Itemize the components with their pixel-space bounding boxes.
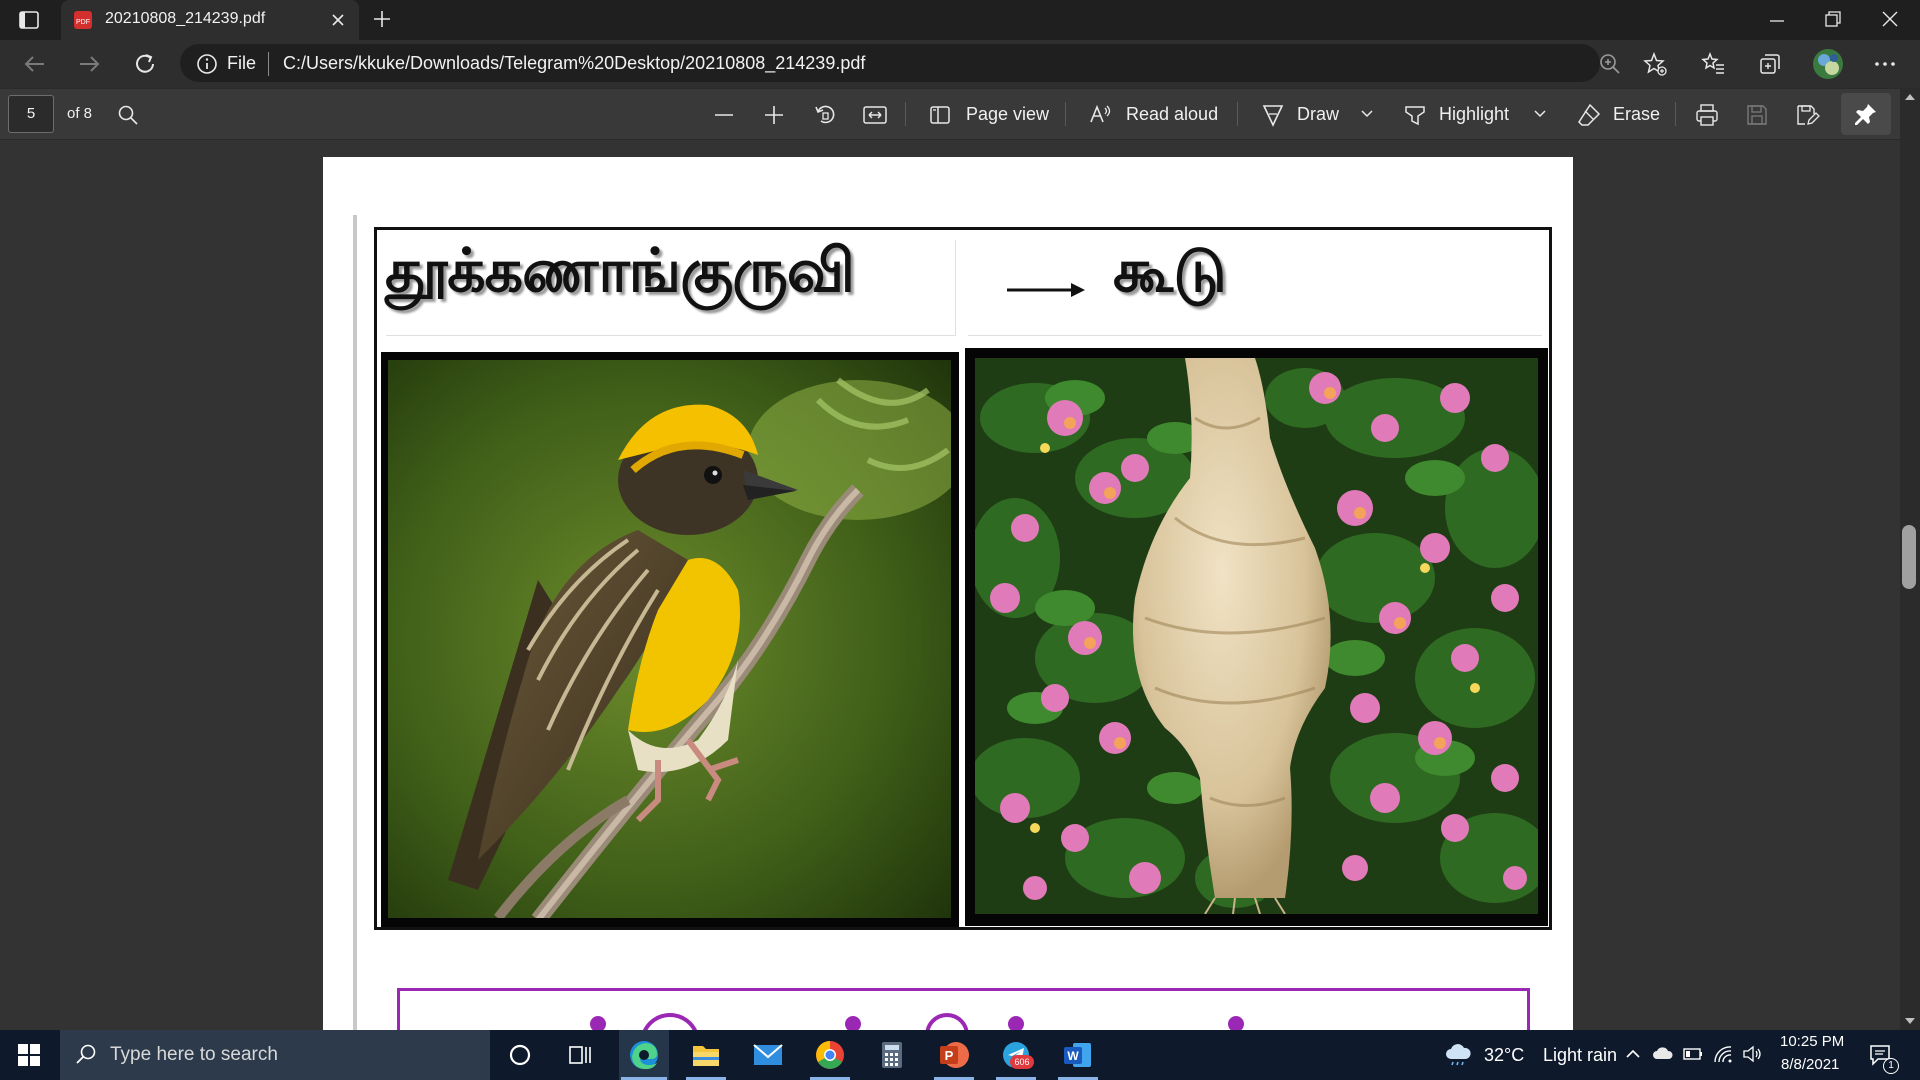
minimize-icon[interactable] (1766, 10, 1788, 32)
svg-text:P: P (945, 1048, 954, 1063)
calculator-icon[interactable] (867, 1030, 917, 1080)
back-arrow-icon[interactable] (22, 52, 48, 76)
refresh-icon[interactable] (132, 51, 158, 77)
collections-icon[interactable] (1757, 51, 1783, 77)
task-view-icon[interactable] (555, 1030, 605, 1080)
clock-time[interactable]: 10:25 PM (1780, 1033, 1844, 1050)
highlight-chevron-down-icon[interactable] (1533, 108, 1547, 120)
read-aloud-button[interactable]: Read aloud (1126, 104, 1218, 125)
new-tab-icon[interactable] (371, 8, 393, 30)
address-scheme: File (227, 53, 257, 73)
cortana-icon[interactable] (495, 1030, 545, 1080)
toolbar-divider (905, 102, 906, 126)
weather-condition[interactable]: Light rain (1543, 1045, 1617, 1066)
clock-date[interactable]: 8/8/2021 (1781, 1056, 1839, 1073)
zoom-out-icon[interactable] (712, 103, 736, 127)
highlight-icon[interactable] (1402, 102, 1428, 128)
page-number-input[interactable]: 5 (8, 95, 54, 133)
close-window-icon[interactable] (1879, 8, 1901, 30)
draw-chevron-down-icon[interactable] (1360, 108, 1374, 120)
scrollbar-thumb[interactable] (1902, 525, 1916, 589)
scroll-up-arrow-icon[interactable] (1904, 92, 1916, 102)
onedrive-cloud-icon[interactable] (1652, 1045, 1674, 1063)
address-divider (268, 52, 269, 76)
search-magnifier-icon (74, 1043, 98, 1067)
toolbar-divider (1065, 102, 1066, 126)
add-favorite-icon[interactable] (1642, 51, 1668, 77)
restore-icon[interactable] (1822, 8, 1844, 30)
windows-start-icon[interactable] (18, 1044, 40, 1066)
search-placeholder: Type here to search (110, 1044, 278, 1065)
powerpoint-icon[interactable]: P (929, 1030, 979, 1080)
tab-title: 20210808_214239.pdf (105, 10, 266, 27)
chrome-icon[interactable] (805, 1030, 855, 1080)
page-view-button[interactable]: Page view (966, 104, 1049, 125)
profile-avatar[interactable] (1812, 48, 1844, 80)
weather-cloud-rain-icon[interactable] (1443, 1043, 1473, 1067)
battery-icon[interactable] (1682, 1045, 1704, 1063)
zoom-icon[interactable] (1598, 52, 1622, 76)
close-tab-icon[interactable] (330, 12, 346, 28)
eraser-icon[interactable] (1576, 102, 1602, 128)
page-view-icon[interactable] (928, 103, 952, 127)
notification-count-badge: 1 (1883, 1058, 1899, 1074)
weaver-bird-photo (388, 360, 951, 918)
wifi-icon[interactable] (1712, 1044, 1734, 1064)
draw-icon[interactable] (1260, 102, 1286, 128)
highlight-button[interactable]: Highlight (1439, 104, 1509, 125)
erase-button[interactable]: Erase (1613, 104, 1660, 125)
volume-icon[interactable] (1742, 1044, 1764, 1064)
toolbar-divider (1675, 102, 1676, 126)
save-icon[interactable] (1744, 102, 1770, 128)
more-options-icon[interactable] (1872, 52, 1898, 76)
scroll-down-arrow-icon[interactable] (1904, 1016, 1916, 1026)
page-total: of 8 (67, 105, 93, 122)
pin-icon (1854, 102, 1878, 126)
show-hidden-icons-chevron-up-icon[interactable] (1624, 1046, 1642, 1062)
file-explorer-icon[interactable] (681, 1030, 731, 1080)
info-icon[interactable] (196, 53, 218, 75)
rotate-icon[interactable] (812, 102, 838, 128)
print-icon[interactable] (1694, 102, 1720, 128)
page-edge-shadow (353, 215, 357, 1030)
forward-arrow-icon[interactable] (76, 52, 102, 76)
address-url[interactable]: C:/Users/kkuke/Downloads/Telegram%20Desk… (283, 53, 865, 74)
toolbar-divider (1237, 102, 1238, 126)
draw-button[interactable]: Draw (1297, 104, 1339, 125)
pdf-file-icon: PDF (73, 10, 93, 30)
weather-temperature[interactable]: 32°C (1484, 1045, 1524, 1066)
svg-text:PDF: PDF (76, 19, 90, 26)
read-aloud-icon[interactable] (1088, 102, 1114, 128)
svg-text:W: W (1067, 1049, 1079, 1063)
heading-word-bird: தூக்கணாங்குருவி (385, 236, 855, 306)
right-arrow-icon (1005, 278, 1087, 302)
mail-icon[interactable] (743, 1030, 793, 1080)
tab-actions-icon[interactable] (18, 9, 40, 31)
fit-to-width-icon[interactable] (862, 103, 888, 127)
favorites-icon[interactable] (1700, 51, 1726, 77)
hanging-nest-photo (975, 358, 1538, 914)
search-icon[interactable] (116, 103, 140, 127)
edge-browser-icon[interactable] (619, 1030, 669, 1080)
save-as-icon[interactable] (1794, 102, 1820, 128)
word-icon[interactable]: W (1053, 1030, 1103, 1080)
telegram-unread-badge: 606 (1010, 1055, 1034, 1069)
zoom-in-icon[interactable] (762, 103, 786, 127)
heading-word-nest: கூடு (1113, 236, 1227, 306)
